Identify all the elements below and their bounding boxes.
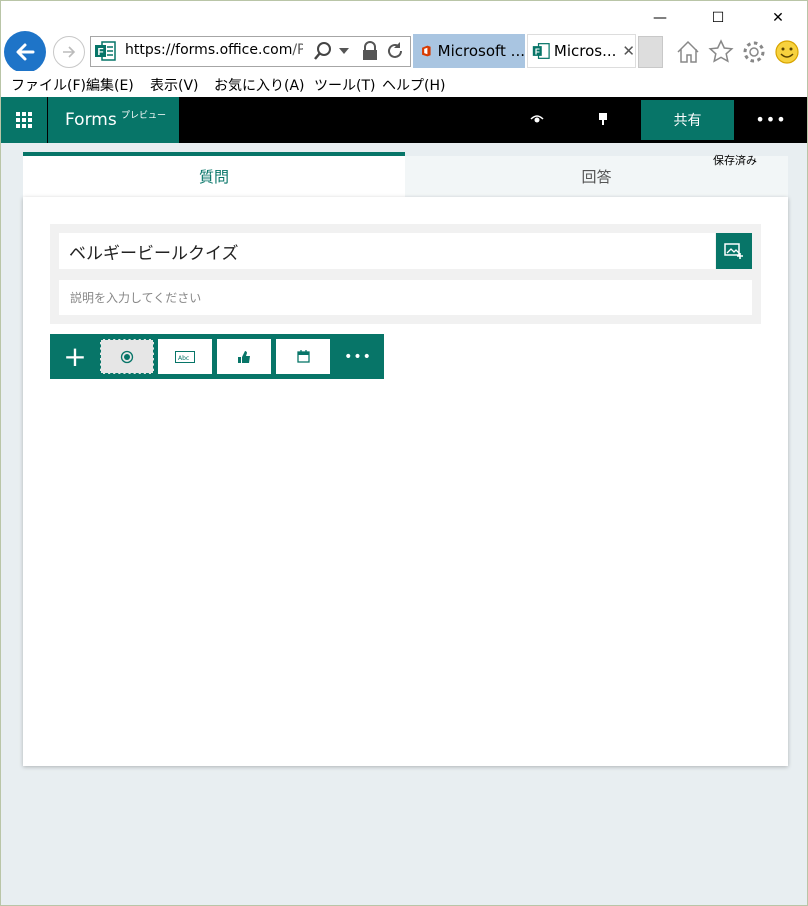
minimize-button[interactable]: — (637, 1, 683, 35)
menu-bar: ファイル(F) 編集(E) 表示(V) お気に入り(A) ツール(T) ヘルプ(… (1, 71, 807, 97)
forms-tab-icon: F (532, 43, 550, 59)
smiley-feedback-icon[interactable] (774, 39, 800, 65)
more-options-button[interactable]: ••• (753, 107, 789, 131)
menu-favorites[interactable]: お気に入り(A) (214, 75, 305, 95)
app-brand[interactable]: Forms プレビュー (48, 97, 179, 143)
add-question-toolbar: + Abc ••• (50, 334, 384, 379)
navigation-bar: F https://forms.office.com/Pa Microsoft … (1, 31, 807, 73)
menu-file[interactable]: ファイル(F) (11, 75, 86, 95)
title-bar: — ☐ ✕ (1, 1, 807, 35)
add-question-button[interactable]: + (60, 340, 90, 373)
paint-brush-icon (599, 113, 607, 125)
tab-microsoft[interactable]: Microsoft ... (413, 34, 525, 68)
menu-tools[interactable]: ツール(T) (314, 75, 375, 95)
settings-gear-icon[interactable] (741, 39, 767, 65)
svg-text:F: F (98, 47, 104, 58)
date-icon (296, 350, 310, 363)
svg-text:F: F (535, 47, 540, 56)
forward-button[interactable] (53, 36, 85, 68)
text-question-button[interactable]: Abc (158, 339, 212, 374)
search-icon[interactable] (313, 41, 333, 61)
menu-view[interactable]: 表示(V) (150, 75, 199, 95)
menu-edit[interactable]: 編集(E) (86, 75, 134, 95)
office-icon (422, 45, 431, 57)
close-button[interactable]: ✕ (755, 1, 801, 35)
lock-icon[interactable] (361, 41, 379, 61)
choice-question-button[interactable] (100, 339, 154, 374)
url-text[interactable]: https://forms.office.com/Pa (125, 42, 303, 58)
forward-arrow-icon (63, 46, 76, 58)
form-header: ベルギービールクイズ 説明を入力してください (50, 224, 761, 324)
insert-image-button[interactable] (716, 233, 752, 269)
date-question-button[interactable] (276, 339, 330, 374)
theme-button[interactable] (593, 109, 613, 129)
address-bar[interactable]: F https://forms.office.com/Pa (90, 36, 411, 67)
text-icon: Abc (175, 350, 195, 363)
menu-help[interactable]: ヘルプ(H) (382, 75, 445, 95)
app-launcher-button[interactable] (1, 97, 47, 143)
choice-icon (120, 350, 134, 363)
waffle-icon (16, 112, 32, 128)
form-tabs: 質問 回答 (23, 152, 788, 197)
refresh-icon[interactable] (385, 41, 405, 61)
home-icon[interactable] (675, 39, 701, 65)
form-title-input[interactable]: ベルギービールクイズ (59, 233, 715, 269)
app-name: Forms (65, 110, 117, 130)
preview-badge: プレビュー (121, 111, 167, 121)
new-tab-button[interactable] (638, 36, 663, 68)
app-header: Forms プレビュー 共有 ••• (1, 97, 807, 143)
form-editor-card: ベルギービールクイズ 説明を入力してください + Abc ••• (23, 197, 788, 766)
preview-eye-button[interactable] (527, 109, 547, 129)
saved-status: 保存済み (713, 154, 757, 167)
browser-window: — ☐ ✕ F https://forms.office.com/Pa Micr… (0, 0, 808, 906)
image-add-icon (724, 243, 743, 259)
more-question-types-button[interactable]: ••• (340, 339, 376, 374)
rating-question-button[interactable] (217, 339, 271, 374)
tab-close-icon[interactable]: ✕ (622, 42, 635, 60)
back-button[interactable] (4, 31, 46, 73)
back-arrow-icon (16, 43, 35, 61)
share-button[interactable]: 共有 (641, 100, 734, 140)
maximize-button[interactable]: ☐ (695, 1, 741, 35)
tab-questions[interactable]: 質問 (23, 152, 405, 197)
svg-text:Abc: Abc (178, 355, 189, 362)
form-description-input[interactable]: 説明を入力してください (59, 280, 752, 315)
rating-icon (238, 350, 250, 363)
tab-forms[interactable]: F Micros... ✕ (527, 34, 636, 68)
tab-forms-label: Micros... (553, 42, 617, 60)
forms-favicon-icon: F (95, 41, 116, 61)
dropdown-icon[interactable] (339, 47, 349, 55)
eye-icon (530, 115, 544, 123)
favorites-star-icon[interactable] (708, 39, 734, 65)
